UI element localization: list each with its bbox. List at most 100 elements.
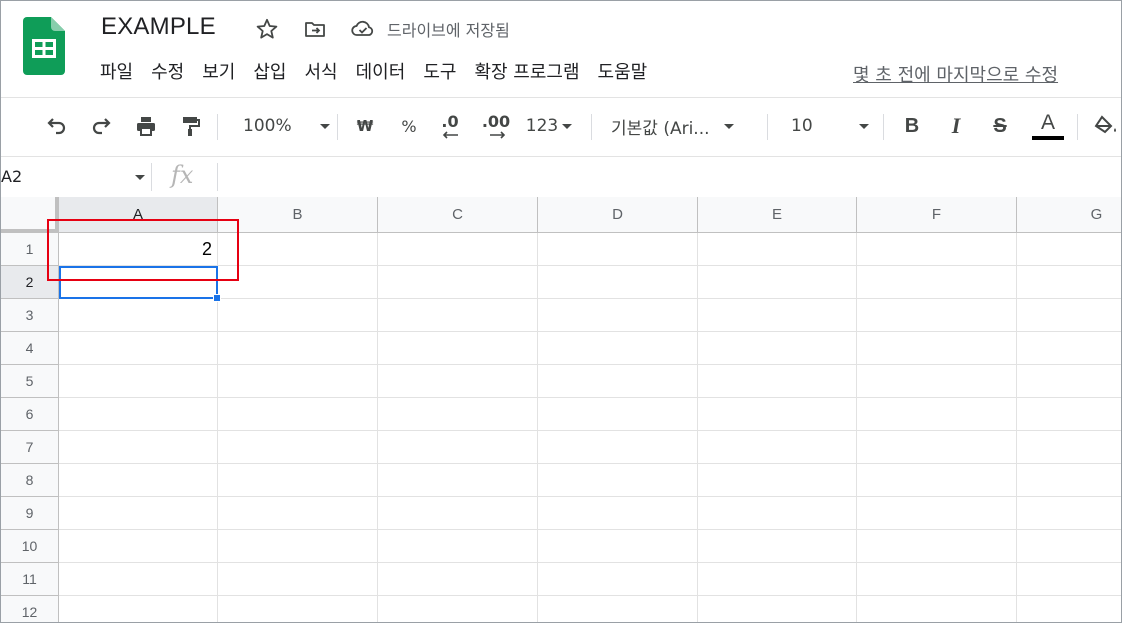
grid-cell[interactable] xyxy=(698,563,857,596)
text-color-button[interactable]: A xyxy=(1031,110,1065,142)
grid-cell[interactable] xyxy=(1017,563,1121,596)
column-header-c[interactable]: C xyxy=(378,197,538,233)
grid-cell[interactable] xyxy=(378,563,538,596)
grid-cell[interactable] xyxy=(59,332,218,365)
menu-edit[interactable]: 수정 xyxy=(142,59,193,87)
grid-cell[interactable] xyxy=(538,497,698,530)
grid-cell[interactable] xyxy=(378,497,538,530)
grid-cell[interactable] xyxy=(698,464,857,497)
menu-extensions[interactable]: 확장 프로그램 xyxy=(465,59,588,87)
cloud-saved-icon[interactable] xyxy=(349,15,377,43)
move-to-folder-icon[interactable] xyxy=(301,15,329,43)
column-header-g[interactable]: G xyxy=(1017,197,1121,233)
strikethrough-button[interactable]: S xyxy=(987,110,1013,142)
grid-cell[interactable] xyxy=(1017,398,1121,431)
menu-data[interactable]: 데이터 xyxy=(347,59,415,87)
grid-cell[interactable] xyxy=(218,530,378,563)
grid-cell[interactable] xyxy=(378,365,538,398)
row-header-11[interactable]: 11 xyxy=(1,563,59,596)
grid-cell[interactable] xyxy=(378,266,538,299)
row-header-7[interactable]: 7 xyxy=(1,431,59,464)
increase-decimal-button[interactable]: .00 xyxy=(479,110,513,142)
row-header-10[interactable]: 10 xyxy=(1,530,59,563)
zoom-select[interactable]: 100% xyxy=(237,110,330,142)
grid-cell[interactable] xyxy=(59,365,218,398)
grid-cell[interactable] xyxy=(1017,266,1121,299)
grid-cell[interactable] xyxy=(378,398,538,431)
grid-cell[interactable] xyxy=(218,332,378,365)
grid-cell[interactable] xyxy=(1017,365,1121,398)
grid-cell[interactable] xyxy=(59,299,218,332)
grid-cell[interactable] xyxy=(1017,530,1121,563)
decrease-decimal-button[interactable]: .0 xyxy=(435,110,465,142)
menu-view[interactable]: 보기 xyxy=(193,59,244,87)
print-icon[interactable] xyxy=(131,110,161,142)
paint-format-icon[interactable] xyxy=(175,110,205,142)
menu-format[interactable]: 서식 xyxy=(296,59,347,87)
grid-cell[interactable] xyxy=(698,299,857,332)
italic-button[interactable]: I xyxy=(943,110,969,142)
grid-cell[interactable] xyxy=(538,266,698,299)
font-family-select[interactable]: 기본값 (Ari... xyxy=(611,110,756,142)
row-header-3[interactable]: 3 xyxy=(1,299,59,332)
row-header-12[interactable]: 12 xyxy=(1,596,59,622)
grid-cell[interactable] xyxy=(698,365,857,398)
grid-cell[interactable] xyxy=(698,266,857,299)
grid-cell[interactable] xyxy=(698,530,857,563)
grid-cell[interactable] xyxy=(538,431,698,464)
document-title[interactable]: EXAMPLE xyxy=(101,13,216,41)
more-formats-button[interactable]: 123 xyxy=(523,110,575,142)
grid-cell[interactable] xyxy=(59,431,218,464)
grid-cell[interactable] xyxy=(857,530,1017,563)
grid-cell[interactable] xyxy=(218,299,378,332)
grid-cell[interactable] xyxy=(538,365,698,398)
grid-cell[interactable] xyxy=(218,365,378,398)
row-header-6[interactable]: 6 xyxy=(1,398,59,431)
currency-format-button[interactable]: ₩ xyxy=(351,110,379,142)
grid-cell[interactable] xyxy=(857,596,1017,622)
grid-cell[interactable] xyxy=(218,596,378,622)
grid-cell[interactable] xyxy=(1017,233,1121,266)
grid-cell[interactable] xyxy=(857,398,1017,431)
grid-cell[interactable] xyxy=(698,332,857,365)
grid-cell[interactable] xyxy=(378,530,538,563)
grid-cell[interactable] xyxy=(698,431,857,464)
grid-cell[interactable] xyxy=(538,464,698,497)
grid-cell[interactable] xyxy=(59,497,218,530)
grid-cell[interactable] xyxy=(1017,332,1121,365)
grid-cell[interactable] xyxy=(857,332,1017,365)
grid-cell[interactable] xyxy=(538,596,698,622)
grid-cell[interactable] xyxy=(218,266,378,299)
formula-input[interactable] xyxy=(221,161,1111,193)
column-header-d[interactable]: D xyxy=(538,197,698,233)
grid-cell[interactable] xyxy=(857,266,1017,299)
row-header-9[interactable]: 9 xyxy=(1,497,59,530)
column-header-e[interactable]: E xyxy=(698,197,857,233)
row-header-4[interactable]: 4 xyxy=(1,332,59,365)
menu-insert[interactable]: 삽입 xyxy=(244,59,295,87)
column-header-b[interactable]: B xyxy=(218,197,378,233)
row-header-5[interactable]: 5 xyxy=(1,365,59,398)
grid-cell[interactable] xyxy=(857,497,1017,530)
grid-cell[interactable] xyxy=(1017,464,1121,497)
fill-color-icon[interactable] xyxy=(1093,110,1121,142)
percent-format-button[interactable]: % xyxy=(395,110,423,142)
chevron-down-icon[interactable] xyxy=(135,175,145,180)
font-size-select[interactable]: 10 xyxy=(787,110,873,142)
bold-button[interactable]: B xyxy=(899,110,925,142)
grid-cell[interactable] xyxy=(538,233,698,266)
grid-cell[interactable] xyxy=(698,233,857,266)
grid-cell[interactable] xyxy=(218,398,378,431)
redo-icon[interactable] xyxy=(87,110,117,142)
grid-cell[interactable] xyxy=(1017,299,1121,332)
grid-cell[interactable] xyxy=(857,431,1017,464)
grid-cell[interactable] xyxy=(698,398,857,431)
grid-cell[interactable] xyxy=(857,563,1017,596)
grid-cell[interactable] xyxy=(1017,596,1121,622)
star-icon[interactable] xyxy=(253,15,281,43)
grid-cell[interactable] xyxy=(857,365,1017,398)
grid-cell[interactable] xyxy=(218,497,378,530)
grid-cell[interactable] xyxy=(59,464,218,497)
grid-cell[interactable] xyxy=(218,464,378,497)
grid-cell[interactable] xyxy=(59,398,218,431)
